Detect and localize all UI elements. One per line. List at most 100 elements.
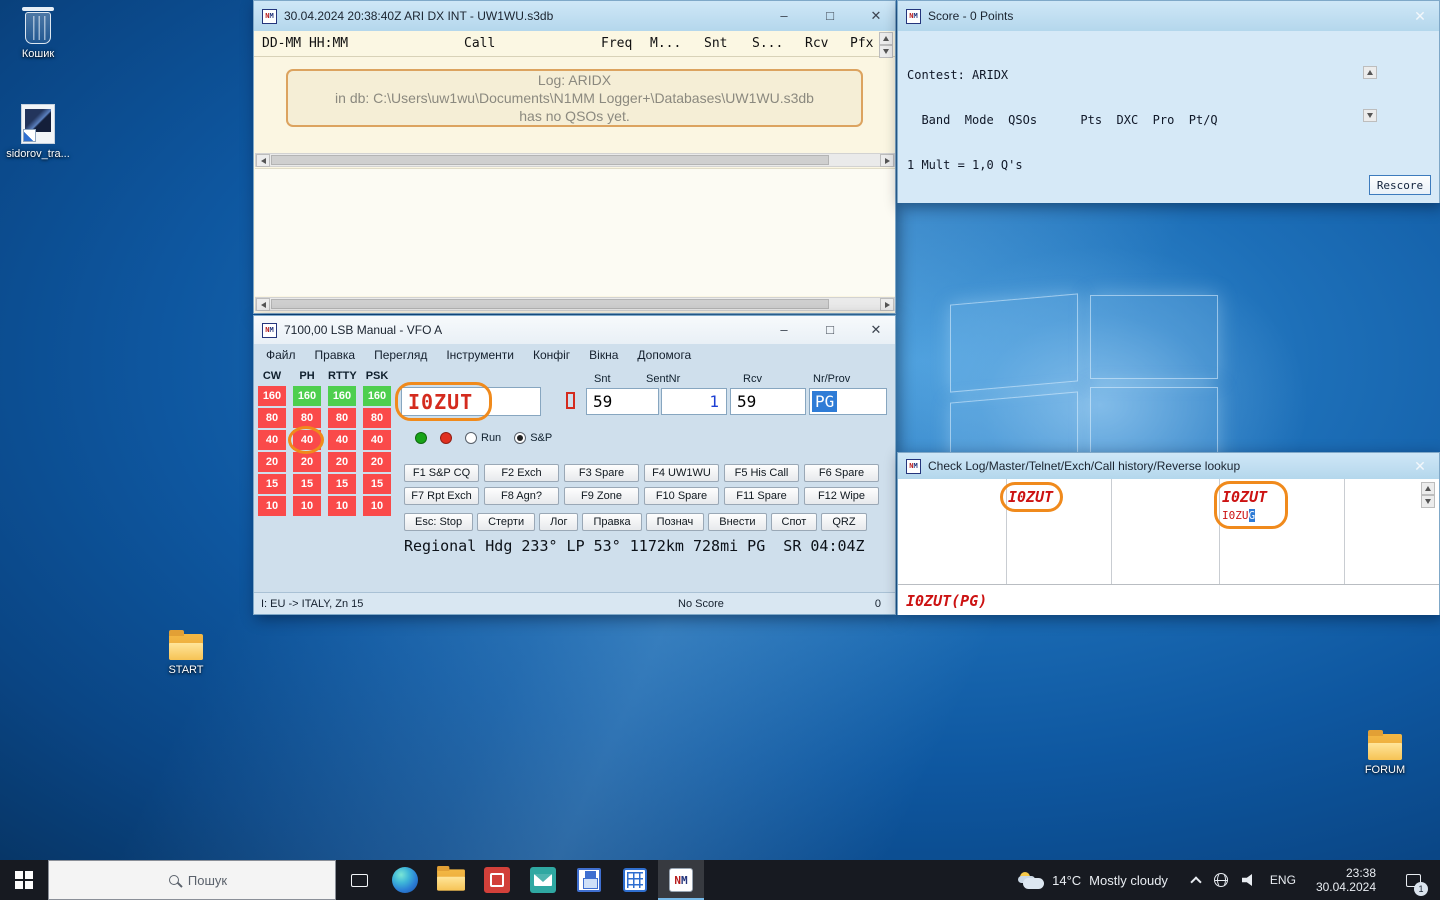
desktop-icon-start-folder[interactable]: START bbox=[150, 626, 222, 676]
wipe-button[interactable]: Стерти bbox=[477, 513, 535, 531]
check-call-left[interactable]: I0ZUT bbox=[1008, 488, 1053, 506]
taskbar-spreadsheet-button[interactable] bbox=[612, 860, 658, 900]
desktop-icon-forum-folder[interactable]: FORUM bbox=[1349, 726, 1421, 776]
action-center-button[interactable]: 1 bbox=[1396, 860, 1430, 900]
band-button-cw-10[interactable]: 10 bbox=[258, 496, 286, 516]
band-button-ph-10[interactable]: 10 bbox=[293, 496, 321, 516]
network-globe-icon[interactable] bbox=[1214, 873, 1228, 887]
check-scrollbar[interactable] bbox=[1421, 482, 1435, 508]
close-icon[interactable]: ✕ bbox=[1409, 8, 1431, 25]
scrollbar-thumb[interactable] bbox=[271, 155, 829, 165]
taskbar-mail-button[interactable] bbox=[520, 860, 566, 900]
minimize-icon[interactable]: – bbox=[773, 8, 795, 24]
f6-button[interactable]: F6 Spare bbox=[804, 464, 879, 482]
menu-file[interactable]: Файл bbox=[266, 348, 296, 362]
log-horizontal-scrollbar[interactable] bbox=[255, 153, 895, 167]
esc-stop-button[interactable]: Esc: Stop bbox=[404, 513, 473, 531]
scroll-right-icon[interactable] bbox=[880, 298, 894, 311]
band-button-psk-15[interactable]: 15 bbox=[363, 474, 391, 494]
store-button[interactable]: Внести bbox=[708, 513, 766, 531]
taskbar-clock[interactable]: 23:38 30.04.2024 bbox=[1310, 866, 1382, 894]
scroll-up-icon[interactable] bbox=[879, 32, 893, 45]
check-suggestion[interactable]: I0ZUG bbox=[1222, 509, 1255, 522]
language-indicator[interactable]: ENG bbox=[1270, 873, 1296, 887]
taskbar-red-app-button[interactable] bbox=[474, 860, 520, 900]
f2-button[interactable]: F2 Exch bbox=[484, 464, 559, 482]
band-button-psk-10[interactable]: 10 bbox=[363, 496, 391, 516]
f11-button[interactable]: F11 Spare bbox=[724, 487, 799, 505]
menu-config[interactable]: Конфіг bbox=[533, 348, 570, 362]
task-view-button[interactable] bbox=[336, 860, 382, 900]
band-button-rtty-40[interactable]: 40 bbox=[328, 430, 356, 450]
scroll-left-icon[interactable] bbox=[256, 298, 270, 311]
nrprov-input[interactable]: PG bbox=[809, 388, 887, 415]
weather-widget[interactable]: 14°C Mostly cloudy bbox=[1004, 872, 1182, 889]
band-button-ph-15[interactable]: 15 bbox=[293, 474, 321, 494]
f7-button[interactable]: F7 Rpt Exch bbox=[404, 487, 479, 505]
f1-button[interactable]: F1 S&P CQ bbox=[404, 464, 479, 482]
band-button-cw-20[interactable]: 20 bbox=[258, 452, 286, 472]
band-button-cw-80[interactable]: 80 bbox=[258, 408, 286, 428]
menu-windows[interactable]: Вікна bbox=[589, 348, 618, 362]
band-button-rtty-80[interactable]: 80 bbox=[328, 408, 356, 428]
log-horizontal-scrollbar-2[interactable] bbox=[255, 297, 895, 311]
desktop-icon-recycle-bin[interactable]: Кошик bbox=[2, 6, 74, 60]
scroll-right-icon[interactable] bbox=[880, 154, 894, 167]
chevron-up-icon[interactable] bbox=[1190, 876, 1201, 887]
check-call-right[interactable]: I0ZUT bbox=[1222, 488, 1267, 506]
log-window-titlebar[interactable]: 30.04.2024 20:38:40Z ARI DX INT - UW1WU.… bbox=[254, 1, 895, 31]
check-window-titlebar[interactable]: Check Log/Master/Telnet/Exch/Call histor… bbox=[898, 453, 1439, 479]
edit-button[interactable]: Правка bbox=[582, 513, 641, 531]
close-icon[interactable]: ✕ bbox=[1409, 458, 1431, 475]
qrz-button[interactable]: QRZ bbox=[821, 513, 866, 531]
band-button-rtty-20[interactable]: 20 bbox=[328, 452, 356, 472]
menu-view[interactable]: Перегляд bbox=[374, 348, 427, 362]
band-button-cw-15[interactable]: 15 bbox=[258, 474, 286, 494]
band-button-ph-80[interactable]: 80 bbox=[293, 408, 321, 428]
scroll-down-icon[interactable] bbox=[1363, 109, 1377, 122]
log-button[interactable]: Лог bbox=[539, 513, 578, 531]
band-button-psk-160[interactable]: 160 bbox=[363, 386, 391, 406]
f12-button[interactable]: F12 Wipe bbox=[804, 487, 879, 505]
f10-button[interactable]: F10 Spare bbox=[644, 487, 719, 505]
minimize-icon[interactable]: – bbox=[773, 322, 795, 338]
menu-tools[interactable]: Інструменти bbox=[446, 348, 514, 362]
run-radio[interactable]: Run bbox=[465, 432, 501, 444]
score-window-titlebar[interactable]: Score - 0 Points ✕ bbox=[898, 1, 1439, 31]
taskbar-edge-button[interactable] bbox=[382, 860, 428, 900]
f4-button[interactable]: F4 UW1WU bbox=[644, 464, 719, 482]
search-box[interactable]: Пошук bbox=[48, 860, 336, 900]
band-button-ph-160[interactable]: 160 bbox=[293, 386, 321, 406]
mark-button[interactable]: Познач bbox=[646, 513, 705, 531]
f8-button[interactable]: F8 Agn? bbox=[484, 487, 559, 505]
snt-input[interactable]: 59 bbox=[586, 388, 659, 415]
scrollbar-thumb[interactable] bbox=[271, 299, 829, 309]
maximize-icon[interactable]: □ bbox=[819, 8, 841, 24]
f3-button[interactable]: F3 Spare bbox=[564, 464, 639, 482]
band-button-ph-20[interactable]: 20 bbox=[293, 452, 321, 472]
band-button-psk-40[interactable]: 40 bbox=[363, 430, 391, 450]
taskbar-n1mm-button[interactable] bbox=[658, 860, 704, 900]
close-icon[interactable]: ✕ bbox=[865, 322, 887, 338]
start-button[interactable] bbox=[0, 860, 48, 900]
scroll-left-icon[interactable] bbox=[256, 154, 270, 167]
menu-help[interactable]: Допомога bbox=[637, 348, 691, 362]
band-button-ph-40[interactable]: 40 bbox=[293, 430, 321, 450]
rcv-input[interactable]: 59 bbox=[730, 388, 806, 415]
scroll-down-icon[interactable] bbox=[879, 45, 893, 58]
sentnr-input[interactable]: 1 bbox=[661, 388, 727, 415]
band-button-rtty-10[interactable]: 10 bbox=[328, 496, 356, 516]
entry-window-titlebar[interactable]: 7100,00 LSB Manual - VFO A – □ ✕ bbox=[254, 316, 895, 344]
sp-radio[interactable]: S&P bbox=[514, 432, 552, 444]
log-vertical-scrollbar[interactable] bbox=[879, 32, 894, 58]
band-button-rtty-15[interactable]: 15 bbox=[328, 474, 356, 494]
scroll-down-icon[interactable] bbox=[1421, 495, 1435, 508]
maximize-icon[interactable]: □ bbox=[819, 322, 841, 338]
taskbar-save-app-button[interactable] bbox=[566, 860, 612, 900]
band-button-cw-40[interactable]: 40 bbox=[258, 430, 286, 450]
spot-button[interactable]: Спот bbox=[771, 513, 818, 531]
band-button-psk-20[interactable]: 20 bbox=[363, 452, 391, 472]
band-button-psk-80[interactable]: 80 bbox=[363, 408, 391, 428]
taskbar-explorer-button[interactable] bbox=[428, 860, 474, 900]
scroll-up-icon[interactable] bbox=[1363, 66, 1377, 79]
